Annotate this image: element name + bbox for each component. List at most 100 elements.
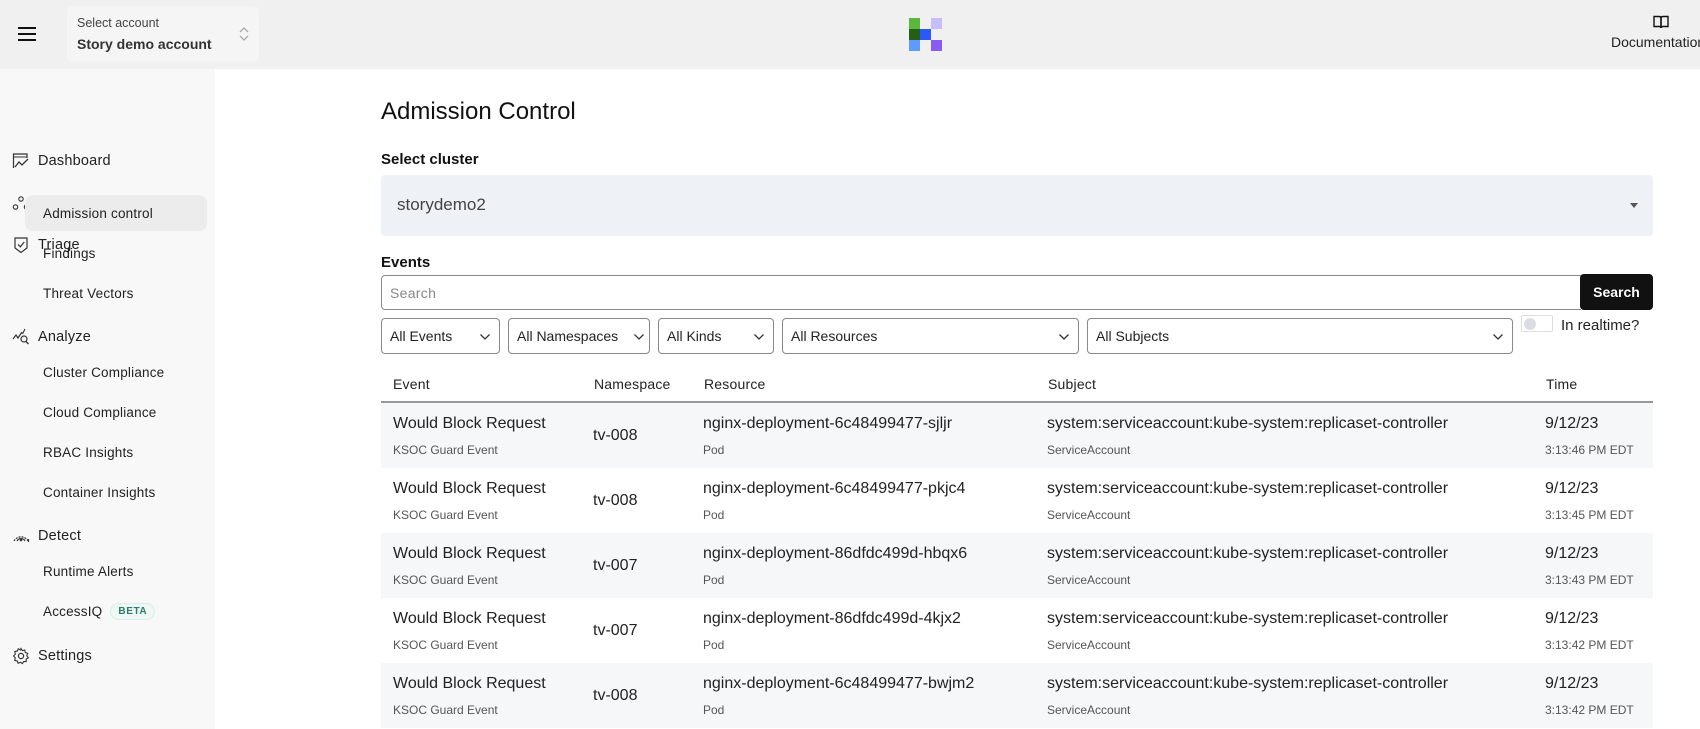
ksoc-logo[interactable]	[909, 18, 942, 51]
sidebar-item-findings[interactable]: Findings	[25, 235, 207, 271]
column-header-subject[interactable]: Subject	[1048, 376, 1096, 392]
column-header-resource[interactable]: Resource	[704, 376, 766, 392]
resource-name[interactable]: nginx-deployment-86dfdc499d-4kjx2	[703, 610, 961, 628]
sidebar-item-label: Container Insights	[43, 484, 156, 500]
filter-namespaces-select[interactable]: All Namespaces	[508, 318, 650, 354]
sidebar-item-container-insights[interactable]: Container Insights	[25, 474, 207, 510]
events-table: Event Namespace Resource Subject Time Wo…	[381, 370, 1653, 728]
search-button[interactable]: Search	[1580, 274, 1653, 310]
resource-kind: Pod	[703, 508, 725, 522]
sidebar-item-label: Runtime Alerts	[43, 563, 134, 579]
namespace: tv-008	[593, 427, 638, 444]
filter-kinds-value: All Kinds	[667, 328, 722, 344]
namespace: tv-008	[593, 687, 638, 704]
sidebar-item-admission-control[interactable]: Admission control	[25, 195, 207, 231]
event-date: 9/12/23	[1545, 480, 1599, 497]
filter-kinds-select[interactable]: All Kinds	[658, 318, 774, 354]
subject-kind: ServiceAccount	[1047, 573, 1131, 587]
subject-name[interactable]: system:serviceaccount:kube-system:replic…	[1047, 480, 1448, 498]
gear-icon	[12, 647, 30, 665]
logo-tile	[920, 29, 931, 40]
event-time: 3:13:45 PM EDT	[1545, 508, 1634, 522]
cluster-select[interactable]: storydemo2	[381, 175, 1653, 236]
resource-kind: Pod	[703, 638, 725, 652]
event-date: 9/12/23	[1545, 545, 1599, 562]
logo-tile	[931, 18, 942, 29]
subject-name[interactable]: system:serviceaccount:kube-system:replic…	[1047, 415, 1448, 433]
realtime-toggle[interactable]	[1521, 315, 1553, 332]
filter-resources-select[interactable]: All Resources	[782, 318, 1079, 354]
table-body: Would Block Request KSOC Guard Event tv-…	[381, 403, 1653, 728]
subject-kind: ServiceAccount	[1047, 508, 1131, 522]
sidebar-item-analyze[interactable]: Analyze	[12, 325, 91, 349]
sidebar-item-label: Dashboard	[38, 153, 111, 169]
sidebar-item-label: Admission control	[43, 205, 153, 221]
table-header: Event Namespace Resource Subject Time	[381, 370, 1653, 403]
namespace: tv-007	[593, 622, 638, 639]
realtime-toggle-label: In realtime?	[1561, 317, 1640, 334]
filter-subjects-select[interactable]: All Subjects	[1087, 318, 1513, 354]
events-search-input[interactable]	[381, 275, 1581, 310]
chevron-down-icon	[480, 334, 490, 340]
event-name: Would Block Request	[393, 545, 546, 562]
column-header-event[interactable]: Event	[393, 376, 430, 392]
filter-events-value: All Events	[390, 328, 453, 344]
chevron-down-icon	[1493, 334, 1503, 340]
namespace: tv-007	[593, 557, 638, 574]
sidebar-item-threat-vectors[interactable]: Threat Vectors	[25, 275, 207, 311]
event-time: 3:13:42 PM EDT	[1545, 638, 1634, 652]
resource-name[interactable]: nginx-deployment-6c48499477-pkjc4	[703, 480, 965, 498]
sidebar-item-cloud-compliance[interactable]: Cloud Compliance	[25, 394, 207, 430]
event-type: KSOC Guard Event	[393, 573, 498, 587]
table-row[interactable]: Would Block Request KSOC Guard Event tv-…	[381, 598, 1653, 663]
beta-badge: BETA	[110, 602, 156, 620]
event-name: Would Block Request	[393, 675, 546, 692]
column-header-time[interactable]: Time	[1546, 376, 1577, 392]
sidebar-item-label: Threat Vectors	[43, 285, 134, 301]
book-icon	[1653, 15, 1669, 29]
event-type: KSOC Guard Event	[393, 638, 498, 652]
documentation-link[interactable]: Documentation	[1611, 12, 1700, 56]
resource-kind: Pod	[703, 703, 725, 717]
sidebar-item-runtime-alerts[interactable]: Runtime Alerts	[25, 553, 207, 589]
account-select[interactable]: Select account Story demo account	[67, 6, 259, 62]
resource-kind: Pod	[703, 573, 725, 587]
event-date: 9/12/23	[1545, 675, 1599, 692]
filter-events-select[interactable]: All Events	[381, 318, 500, 354]
logo-tile	[909, 18, 920, 29]
subject-name[interactable]: system:serviceaccount:kube-system:replic…	[1047, 610, 1448, 628]
subject-kind: ServiceAccount	[1047, 703, 1131, 717]
events-section-label: Events	[381, 254, 431, 271]
resource-name[interactable]: nginx-deployment-86dfdc499d-hbqx6	[703, 545, 967, 563]
filter-namespaces-value: All Namespaces	[517, 328, 619, 344]
logo-tile	[909, 29, 920, 40]
sidebar-item-dashboard[interactable]: Dashboard	[12, 149, 111, 173]
event-time: 3:13:43 PM EDT	[1545, 573, 1634, 587]
sidebar-item-label: Findings	[43, 245, 96, 261]
event-date: 9/12/23	[1545, 415, 1599, 432]
sidebar-item-rbac-insights[interactable]: RBAC Insights	[25, 434, 207, 470]
cluster-select-label: Select cluster	[381, 151, 479, 168]
table-row[interactable]: Would Block Request KSOC Guard Event tv-…	[381, 663, 1653, 728]
hamburger-icon	[18, 27, 36, 29]
sidebar-item-settings[interactable]: Settings	[12, 644, 92, 668]
resource-name[interactable]: nginx-deployment-6c48499477-bwjm2	[703, 675, 974, 693]
subject-name[interactable]: system:serviceaccount:kube-system:replic…	[1047, 545, 1448, 563]
account-select-value: Story demo account	[77, 36, 212, 52]
table-row[interactable]: Would Block Request KSOC Guard Event tv-…	[381, 533, 1653, 598]
sidebar-item-label: Analyze	[38, 329, 91, 345]
event-type: KSOC Guard Event	[393, 703, 498, 717]
resource-name[interactable]: nginx-deployment-6c48499477-sjljr	[703, 415, 952, 433]
sidebar-item-accessiq[interactable]: AccessIQ BETA	[25, 593, 207, 629]
subject-name[interactable]: system:serviceaccount:kube-system:replic…	[1047, 675, 1448, 693]
table-row[interactable]: Would Block Request KSOC Guard Event tv-…	[381, 403, 1653, 468]
sidebar-item-cluster-compliance[interactable]: Cluster Compliance	[25, 354, 207, 390]
column-header-namespace[interactable]: Namespace	[594, 376, 671, 392]
dashboard-chart-icon	[12, 153, 29, 168]
sidebar-item-label: Settings	[38, 648, 92, 664]
menu-toggle-button[interactable]	[14, 22, 40, 46]
table-row[interactable]: Would Block Request KSOC Guard Event tv-…	[381, 468, 1653, 533]
sidebar-item-detect[interactable]: Detect	[12, 524, 81, 548]
sort-updown-icon	[239, 27, 249, 41]
hamburger-icon-line	[18, 33, 36, 35]
